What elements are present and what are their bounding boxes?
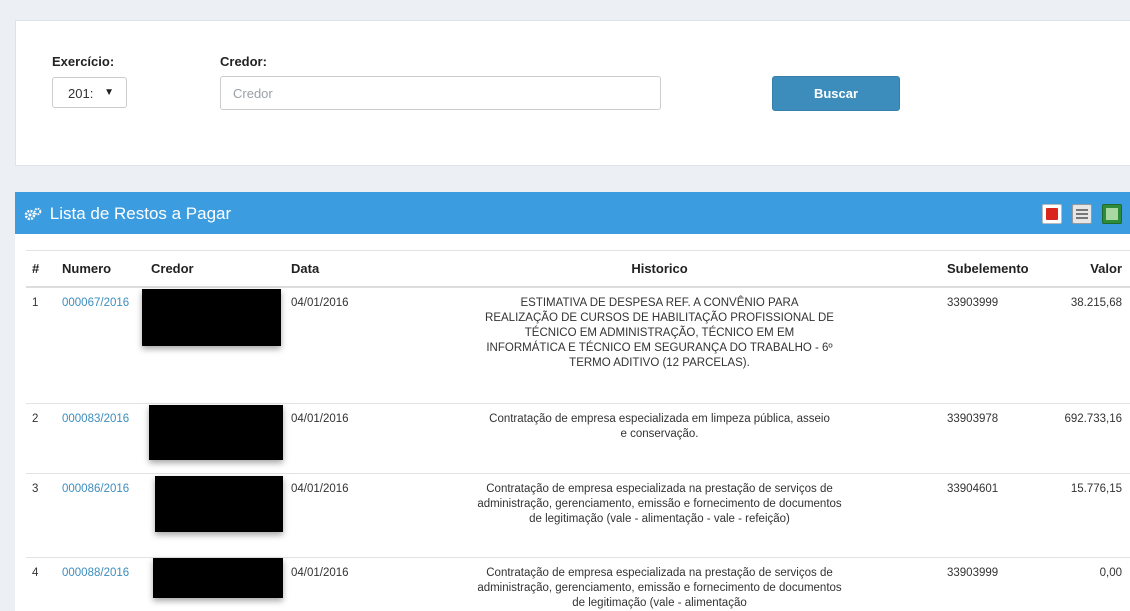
table-row: 4 000088/2016 04/01/2016 Contratação de … <box>26 556 1130 611</box>
subelemento-cell: 33904601 <box>941 472 1058 557</box>
credor-label: Credor: <box>220 54 267 69</box>
list-title: Lista de Restos a Pagar <box>49 204 232 223</box>
subelemento-cell: 33903999 <box>941 286 1058 403</box>
credor-cell <box>145 472 285 557</box>
credor-input[interactable] <box>220 76 661 110</box>
numero-link[interactable]: 000067/2016 <box>62 297 129 309</box>
credor-cell <box>142 286 285 403</box>
valor-cell: 0,00 <box>1058 556 1130 611</box>
historico-text: Contratação de empresa especializada em … <box>489 412 830 440</box>
col-header-index: # <box>26 251 56 288</box>
numero-link[interactable]: 000088/2016 <box>62 567 129 579</box>
exercicio-select-value: 201: <box>68 86 94 101</box>
row-index: 1 <box>26 286 56 403</box>
credor-cell <box>145 556 285 611</box>
valor-cell: 15.776,15 <box>1058 472 1130 557</box>
col-header-numero[interactable]: Numero <box>56 251 145 288</box>
row-index: 4 <box>26 556 56 611</box>
row-index: 2 <box>26 402 56 473</box>
data-cell: 04/01/2016 <box>285 286 378 403</box>
historico-text: ESTIMATIVA DE DESPESA REF. A CONVÊNIO PA… <box>485 297 834 369</box>
list-header: Lista de Restos a Pagar <box>15 192 1130 234</box>
numero-link[interactable]: 000083/2016 <box>62 413 129 425</box>
table-header-row: # Numero Credor Data Historico Subelemen… <box>26 251 1130 288</box>
restos-a-pagar-panel: Lista de Restos a Pagar # Numero Credor … <box>15 192 1130 611</box>
col-header-credor[interactable]: Credor <box>145 251 285 288</box>
subelemento-cell: 33903999 <box>941 556 1058 611</box>
gear-icon <box>24 206 42 226</box>
valor-cell: 692.733,16 <box>1058 402 1130 473</box>
table-row: 2 000083/2016 04/01/2016 Contratação de … <box>26 402 1130 473</box>
redacted-block <box>149 404 283 460</box>
export-icons <box>1042 204 1122 224</box>
col-header-historico[interactable]: Historico <box>378 251 941 288</box>
row-index: 3 <box>26 472 56 557</box>
col-header-data[interactable]: Data <box>285 251 378 288</box>
table-wrapper: # Numero Credor Data Historico Subelemen… <box>26 250 1130 611</box>
historico-cell: Contratação de empresa especializada na … <box>378 556 941 611</box>
exercicio-label: Exercício: <box>52 54 115 69</box>
filter-panel: Exercício: 201: ▼ Credor: Buscar <box>15 20 1130 166</box>
document-icon[interactable] <box>1072 204 1092 224</box>
historico-cell: Contratação de empresa especializada na … <box>378 472 941 557</box>
valor-cell: 38.215,68 <box>1058 286 1130 403</box>
restos-table: # Numero Credor Data Historico Subelemen… <box>26 251 1130 611</box>
redacted-block <box>153 557 283 598</box>
pdf-icon[interactable] <box>1042 204 1062 224</box>
data-cell: 04/01/2016 <box>285 556 378 611</box>
table-row: 1 000067/2016 04/01/2016 ESTIMATIVA DE D… <box>26 286 1130 403</box>
table-row: 3 000086/2016 04/01/2016 Contratação de … <box>26 472 1130 557</box>
numero-link[interactable]: 000086/2016 <box>62 483 129 495</box>
exercicio-select[interactable]: 201: ▼ <box>52 77 127 108</box>
historico-cell: Contratação de empresa especializada em … <box>378 402 941 473</box>
historico-cell: ESTIMATIVA DE DESPESA REF. A CONVÊNIO PA… <box>378 286 941 403</box>
col-header-valor[interactable]: Valor <box>1058 251 1130 288</box>
data-cell: 04/01/2016 <box>285 472 378 557</box>
historico-text: Contratação de empresa especializada na … <box>477 566 842 609</box>
credor-cell <box>145 402 285 473</box>
redacted-block <box>155 475 283 532</box>
col-header-subelemento[interactable]: Subelemento <box>941 251 1058 288</box>
data-cell: 04/01/2016 <box>285 402 378 473</box>
buscar-button[interactable]: Buscar <box>772 76 900 111</box>
historico-text: Contratação de empresa especializada na … <box>477 482 842 525</box>
excel-icon[interactable] <box>1102 204 1122 224</box>
redacted-block <box>142 289 281 346</box>
subelemento-cell: 33903978 <box>941 402 1058 473</box>
chevron-down-icon: ▼ <box>104 87 114 98</box>
